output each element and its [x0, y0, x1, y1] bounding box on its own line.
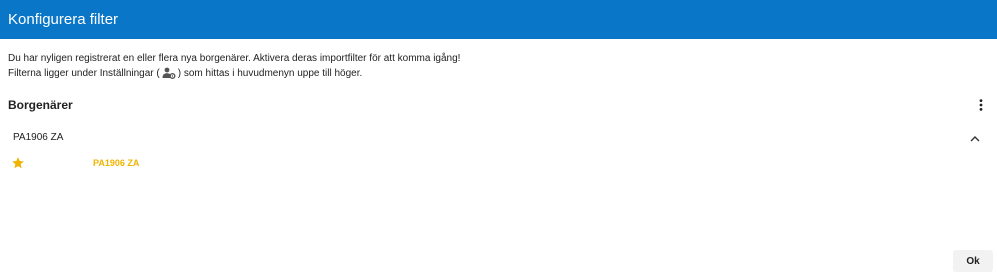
configure-filter-dialog: Konfigurera filter Du har nyligen regist…	[0, 0, 997, 276]
star-icon[interactable]	[11, 156, 25, 170]
info-text: Du har nyligen registrerat en eller fler…	[8, 51, 460, 81]
creditor-group-header[interactable]: PA1906 ZA	[0, 128, 997, 148]
info-line-1: Du har nyligen registrerat en eller fler…	[8, 53, 461, 64]
info-line-2-suffix: ) som hittas i huvudmenyn uppe till höge…	[177, 68, 363, 79]
creditor-item-label: PA1906 ZA	[93, 158, 140, 168]
dialog-header: Konfigurera filter	[0, 0, 997, 39]
user-settings-icon	[162, 67, 176, 80]
dialog-title: Konfigurera filter	[8, 11, 119, 28]
chevron-up-icon[interactable]	[968, 132, 982, 144]
more-vert-icon[interactable]	[975, 98, 987, 112]
creditor-group-label: PA1906 ZA	[13, 132, 64, 143]
info-line-2-prefix: Filterna ligger under Inställningar (	[8, 68, 160, 79]
ok-button[interactable]: Ok	[953, 250, 993, 272]
creditors-section-title: Borgenärer	[8, 98, 73, 112]
creditor-item[interactable]: PA1906 ZA	[0, 155, 997, 173]
info-line-2: Filterna ligger under Inställningar ( ) s…	[8, 66, 460, 81]
